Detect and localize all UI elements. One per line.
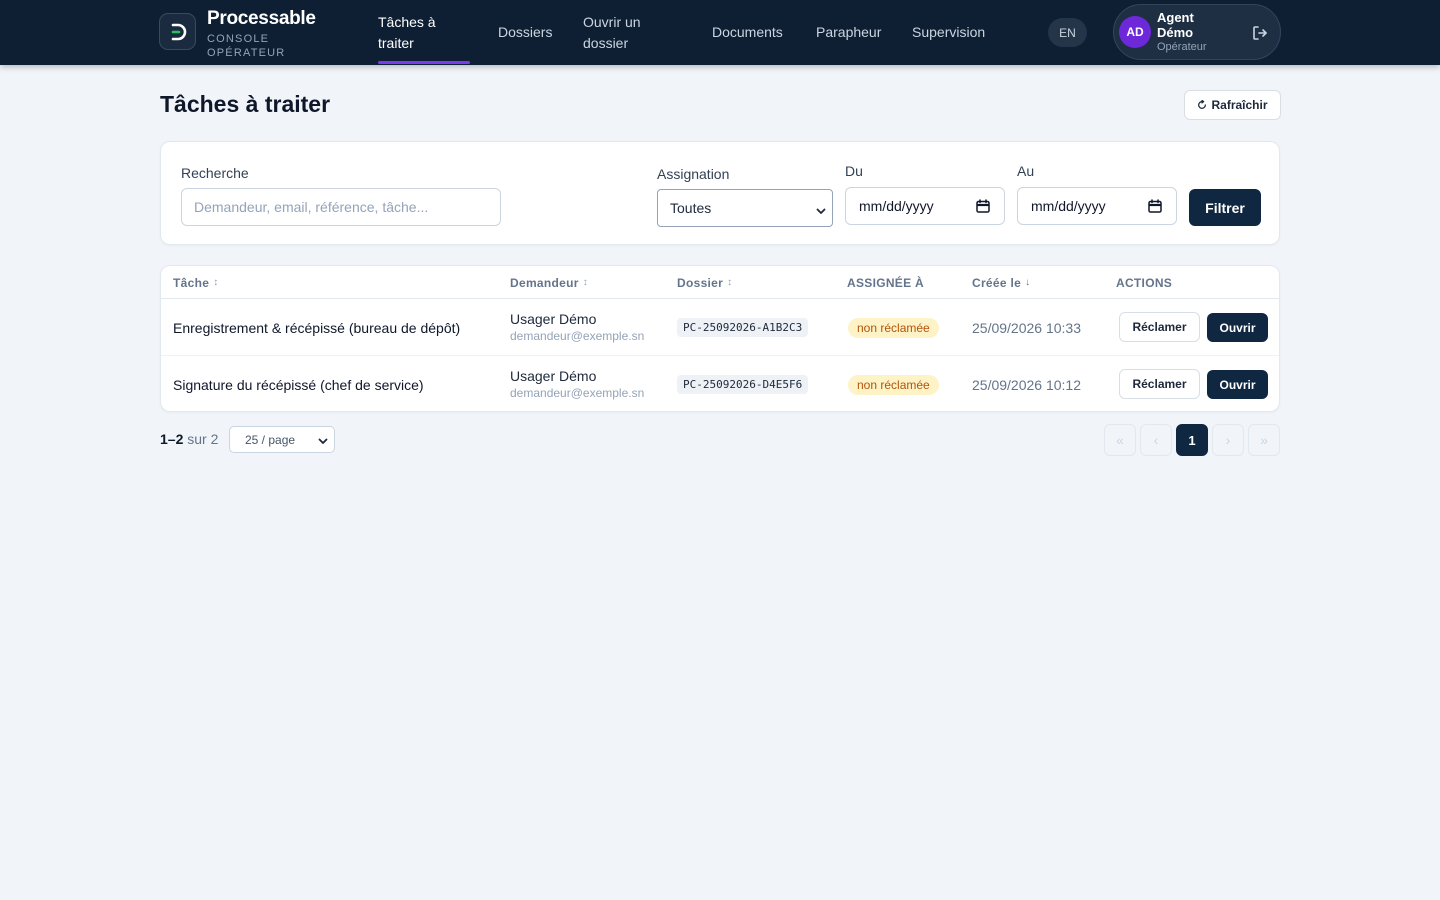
column-header-actions: ACTIONS bbox=[1116, 275, 1173, 290]
dossier-reference: PC-25092026-D4E5F6 bbox=[677, 375, 809, 394]
user-name: Agent Démo bbox=[1157, 10, 1194, 40]
column-header-tache[interactable]: Tâche ↕ bbox=[173, 266, 219, 299]
requester-email: demandeur@exemple.sn bbox=[510, 329, 645, 343]
date-to-input[interactable]: mm/dd/yyyy bbox=[1017, 187, 1177, 225]
column-header-label: Tâche bbox=[173, 275, 210, 290]
date-from-placeholder: mm/dd/yyyy bbox=[859, 198, 934, 214]
first-page-button[interactable]: « bbox=[1104, 424, 1136, 456]
assignation-label: Assignation bbox=[657, 166, 730, 182]
requester: Usager Démo demandeur@exemple.sn bbox=[510, 356, 645, 411]
chevron-down-icon bbox=[318, 435, 328, 449]
assignation-value: Toutes bbox=[670, 200, 712, 216]
column-header-demandeur[interactable]: Demandeur ↕ bbox=[510, 266, 588, 299]
page-title: Tâches à traiter bbox=[160, 91, 331, 117]
task-name: Enregistrement & récépissé (bureau de dé… bbox=[173, 319, 461, 336]
sort-icon: ↕ bbox=[213, 277, 219, 288]
nav-item-dossiers[interactable]: Dossiers bbox=[498, 0, 552, 65]
status-badge: non réclamée bbox=[848, 374, 939, 395]
requester-email: demandeur@exemple.sn bbox=[510, 386, 645, 400]
nav-item-documents[interactable]: Documents bbox=[712, 0, 783, 65]
table-row: Enregistrement & récépissé (bureau de dé… bbox=[161, 299, 1279, 356]
open-button[interactable]: Ouvrir bbox=[1207, 370, 1268, 399]
result-count: 1–2 sur 2 bbox=[160, 431, 218, 447]
calendar-icon[interactable] bbox=[976, 199, 990, 216]
top-navigation-bar: Processable CONSOLE OPÉRATEUR Tâches à t… bbox=[0, 0, 1440, 65]
active-nav-indicator bbox=[378, 61, 470, 64]
result-range: 1–2 bbox=[160, 431, 184, 447]
search-input[interactable]: Demandeur, email, référence, tâche... bbox=[181, 188, 501, 226]
last-page-button[interactable]: » bbox=[1248, 424, 1280, 456]
tasks-table: Tâche ↕ Demandeur ↕ Dossier ↕ ASSIGNÉE À Cr… bbox=[160, 265, 1280, 412]
filter-panel: Recherche Demandeur, email, référence, t… bbox=[160, 141, 1280, 245]
column-header-dossier[interactable]: Dossier ↕ bbox=[677, 266, 732, 299]
claim-button[interactable]: Réclamer bbox=[1119, 369, 1200, 399]
logout-icon[interactable] bbox=[1251, 24, 1269, 42]
processable-logo-icon bbox=[159, 13, 196, 50]
column-header-label: Demandeur bbox=[510, 275, 579, 290]
calendar-icon[interactable] bbox=[1148, 199, 1162, 216]
page-size-value: 25 / page bbox=[245, 432, 296, 447]
refresh-button[interactable]: Rafraîchir bbox=[1184, 90, 1281, 120]
open-button[interactable]: Ouvrir bbox=[1207, 313, 1268, 342]
claim-button[interactable]: Réclamer bbox=[1119, 312, 1200, 342]
app-subtitle: CONSOLE OPÉRATEUR bbox=[207, 33, 286, 59]
app-name: Processable bbox=[207, 8, 316, 29]
date-to-label: Au bbox=[1017, 163, 1035, 179]
chevron-down-icon bbox=[816, 203, 826, 219]
requester-name: Usager Démo bbox=[510, 368, 597, 384]
created-date: 25/09/2026 10:33 bbox=[972, 319, 1081, 336]
brand[interactable]: Processable CONSOLE OPÉRATEUR bbox=[159, 8, 316, 60]
date-from-input[interactable]: mm/dd/yyyy bbox=[845, 187, 1005, 225]
nav-item-ouvrir-dossier[interactable]: Ouvrir un dossier bbox=[583, 0, 683, 65]
result-total: sur 2 bbox=[187, 431, 219, 447]
status-badge: non réclamée bbox=[848, 317, 939, 338]
next-page-button[interactable]: › bbox=[1212, 424, 1244, 456]
nav-item-parapheur[interactable]: Parapheur bbox=[816, 0, 881, 65]
page-size-select[interactable]: 25 / page bbox=[229, 426, 335, 453]
current-page-button[interactable]: 1 bbox=[1176, 424, 1208, 456]
filter-button[interactable]: Filtrer bbox=[1189, 189, 1261, 226]
search-label: Recherche bbox=[181, 165, 249, 181]
search-placeholder: Demandeur, email, référence, tâche... bbox=[194, 199, 429, 215]
previous-page-button[interactable]: ‹ bbox=[1140, 424, 1172, 456]
user-menu[interactable]: AD Agent Démo Opérateur bbox=[1113, 4, 1281, 60]
refresh-button-label: Rafraîchir bbox=[1211, 98, 1268, 112]
column-header-creee-le[interactable]: Créée le ↓ bbox=[972, 266, 1030, 299]
created-date: 25/09/2026 10:12 bbox=[972, 376, 1081, 393]
sort-icon: ↕ bbox=[727, 277, 733, 288]
nav-item-taches[interactable]: Tâches à traiter bbox=[378, 0, 468, 65]
table-row: Signature du récépissé (chef de service)… bbox=[161, 356, 1279, 411]
date-to-placeholder: mm/dd/yyyy bbox=[1031, 198, 1106, 214]
language-toggle-button[interactable]: EN bbox=[1048, 18, 1087, 47]
dossier-reference: PC-25092026-A1B2C3 bbox=[677, 318, 809, 337]
avatar: AD bbox=[1119, 16, 1151, 48]
nav-item-supervision[interactable]: Supervision bbox=[912, 0, 985, 65]
requester: Usager Démo demandeur@exemple.sn bbox=[510, 299, 644, 356]
sort-desc-icon: ↓ bbox=[1025, 277, 1031, 288]
column-header-label: Dossier bbox=[677, 275, 724, 290]
assignation-select[interactable]: Toutes bbox=[657, 189, 833, 227]
requester-name: Usager Démo bbox=[510, 311, 597, 327]
task-name: Signature du récépissé (chef de service) bbox=[173, 376, 424, 393]
user-role: Opérateur bbox=[1157, 41, 1207, 53]
column-header-assignee: ASSIGNÉE À bbox=[847, 275, 925, 290]
sort-icon: ↕ bbox=[582, 277, 589, 288]
column-header-label: Créée le bbox=[972, 275, 1022, 290]
refresh-icon bbox=[1197, 100, 1207, 110]
date-from-label: Du bbox=[845, 163, 863, 179]
